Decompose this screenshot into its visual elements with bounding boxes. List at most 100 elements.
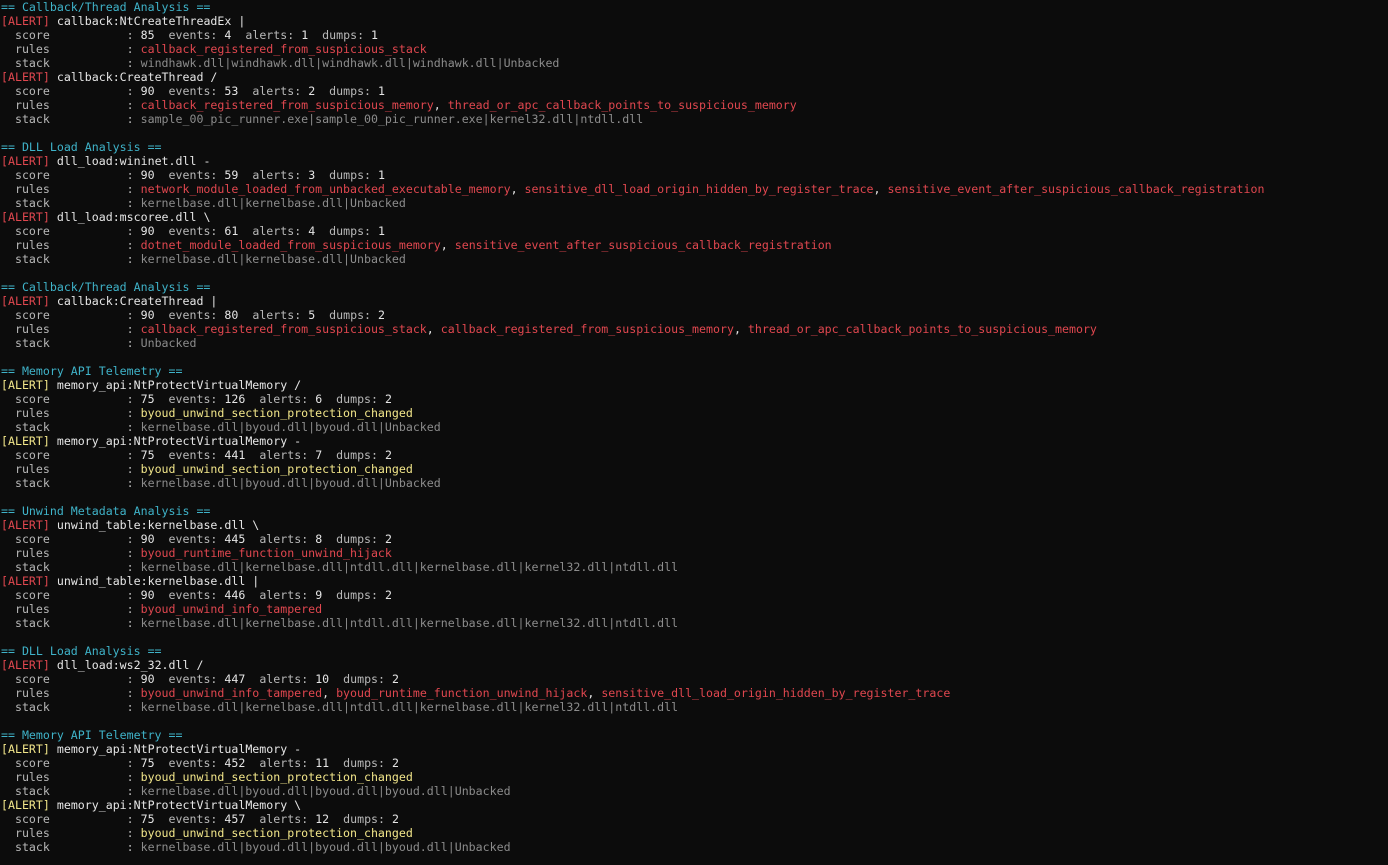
alert-title: memory_api:NtProtectVirtualMemory \: [56, 798, 302, 812]
events-value: 126: [224, 392, 246, 406]
alerts-value: 12: [315, 812, 330, 826]
alerts-key: alerts:: [259, 392, 309, 406]
field-label: rules :: [1, 182, 141, 196]
alert-title: memory_api:NtProtectVirtualMemory /: [56, 378, 302, 392]
alert-tag: [ALERT]: [1, 14, 50, 28]
terminal-output[interactable]: == Callback/Thread Analysis == [ALERT] ca…: [0, 0, 1388, 865]
section-header: == Callback/Thread Analysis ==: [0, 280, 1388, 294]
rule-name: byoud_unwind_section_protection_changed: [140, 770, 413, 784]
score-line: score : 90 events: 446 alerts: 9 dumps: …: [0, 588, 1388, 602]
alerts-value: 8: [315, 532, 323, 546]
score-value: 90: [140, 308, 155, 322]
field-label: rules :: [1, 686, 141, 700]
alert-line: [ALERT] dll_load:wininet.dll -: [0, 154, 1388, 168]
field-label: rules :: [1, 406, 141, 420]
rules-line: rules : callback_registered_from_suspici…: [0, 322, 1388, 336]
events-key: events:: [168, 308, 218, 322]
rule-separator: ,: [587, 686, 602, 700]
field-label: score :: [1, 168, 141, 182]
stack-value: kernelbase.dll|kernelbase.dll|ntdll.dll|…: [140, 560, 679, 574]
dumps-value: 2: [378, 308, 386, 322]
stack-value: sample_00_pic_runner.exe|sample_00_pic_r…: [140, 112, 644, 126]
dumps-key: dumps:: [329, 84, 372, 98]
dumps-value: 1: [378, 168, 386, 182]
dumps-key: dumps:: [322, 28, 365, 42]
dumps-value: 2: [385, 392, 392, 406]
rule-name: thread_or_apc_callback_points_to_suspici…: [447, 98, 797, 112]
events-key: events:: [168, 84, 218, 98]
rule-name: network_module_loaded_from_unbacked_exec…: [140, 182, 511, 196]
alerts-key: alerts:: [252, 168, 302, 182]
alerts-value: 6: [315, 392, 323, 406]
score-line: score : 90 events: 80 alerts: 5 dumps: 2: [0, 308, 1388, 322]
section-header: == Memory API Telemetry ==: [0, 364, 1388, 378]
section-header: == Memory API Telemetry ==: [0, 728, 1388, 742]
section-header: == DLL Load Analysis ==: [0, 140, 1388, 154]
stack-line: stack : kernelbase.dll|kernelbase.dll|nt…: [0, 700, 1388, 714]
alerts-value: 9: [315, 588, 323, 602]
field-label: score :: [1, 84, 141, 98]
field-label: score :: [1, 28, 141, 42]
alerts-key: alerts:: [259, 672, 309, 686]
score-value: 75: [140, 448, 155, 462]
rule-name: byoud_unwind_section_protection_changed: [140, 406, 413, 420]
stack-value: kernelbase.dll|kernelbase.dll|Unbacked: [140, 196, 406, 210]
alerts-value: 5: [308, 308, 316, 322]
score-line: score : 90 events: 445 alerts: 8 dumps: …: [0, 532, 1388, 546]
dumps-key: dumps:: [336, 588, 379, 602]
field-label: rules :: [1, 462, 141, 476]
alert-line: [ALERT] memory_api:NtProtectVirtualMemor…: [0, 434, 1388, 448]
dumps-key: dumps:: [329, 224, 372, 238]
stack-line: stack : Unbacked: [0, 336, 1388, 350]
events-key: events:: [168, 168, 218, 182]
stack-value: kernelbase.dll|byoud.dll|byoud.dll|Unbac…: [140, 420, 441, 434]
rule-separator: ,: [426, 322, 441, 336]
rule-name: thread_or_apc_callback_points_to_suspici…: [747, 322, 1097, 336]
rules-line: rules : byoud_unwind_info_tampered: [0, 602, 1388, 616]
stack-value: windhawk.dll|windhawk.dll|windhawk.dll|w…: [140, 56, 560, 70]
events-key: events:: [168, 756, 218, 770]
rule-name: byoud_runtime_function_unwind_hijack: [140, 546, 392, 560]
section-header-text: == Memory API Telemetry ==: [1, 728, 183, 742]
alerts-value: 2: [308, 84, 316, 98]
score-value: 75: [140, 392, 155, 406]
section-header-text: == Callback/Thread Analysis ==: [1, 280, 211, 294]
score-value: 75: [140, 812, 155, 826]
alert-tag: [ALERT]: [1, 658, 50, 672]
stack-value: Unbacked: [140, 336, 197, 350]
stack-line: stack : kernelbase.dll|kernelbase.dll|nt…: [0, 560, 1388, 574]
score-line: score : 90 events: 59 alerts: 3 dumps: 1: [0, 168, 1388, 182]
stack-line: stack : kernelbase.dll|kernelbase.dll|nt…: [0, 616, 1388, 630]
field-label: stack :: [1, 700, 141, 714]
alerts-value: 4: [308, 224, 316, 238]
alert-line: [ALERT] dll_load:mscoree.dll \: [0, 210, 1388, 224]
alert-tag: [ALERT]: [1, 574, 50, 588]
dumps-key: dumps:: [343, 812, 386, 826]
score-value: 90: [140, 168, 155, 182]
section-header: == Unwind Metadata Analysis ==: [0, 504, 1388, 518]
alerts-key: alerts:: [252, 84, 302, 98]
section-header-text: == Unwind Metadata Analysis ==: [1, 504, 211, 518]
rule-separator: ,: [433, 98, 448, 112]
rule-name: sensitive_event_after_suspicious_callbac…: [454, 238, 832, 252]
rule-separator: ,: [510, 182, 525, 196]
stack-value: kernelbase.dll|kernelbase.dll|Unbacked: [140, 252, 406, 266]
events-value: 4: [224, 28, 232, 42]
field-label: stack :: [1, 336, 141, 350]
dumps-key: dumps:: [329, 308, 372, 322]
alert-line: [ALERT] memory_api:NtProtectVirtualMemor…: [0, 378, 1388, 392]
section-header: == Callback/Thread Analysis ==: [0, 0, 1388, 14]
rule-name: byoud_unwind_info_tampered: [140, 602, 323, 616]
field-label: stack :: [1, 840, 141, 854]
rules-line: rules : byoud_unwind_section_protection_…: [0, 826, 1388, 840]
events-key: events:: [168, 392, 218, 406]
field-label: score :: [1, 756, 141, 770]
field-label: score :: [1, 588, 141, 602]
score-value: 90: [140, 588, 155, 602]
alerts-value: 3: [308, 168, 316, 182]
rules-line: rules : byoud_unwind_info_tampered, byou…: [0, 686, 1388, 700]
alerts-value: 7: [315, 448, 323, 462]
